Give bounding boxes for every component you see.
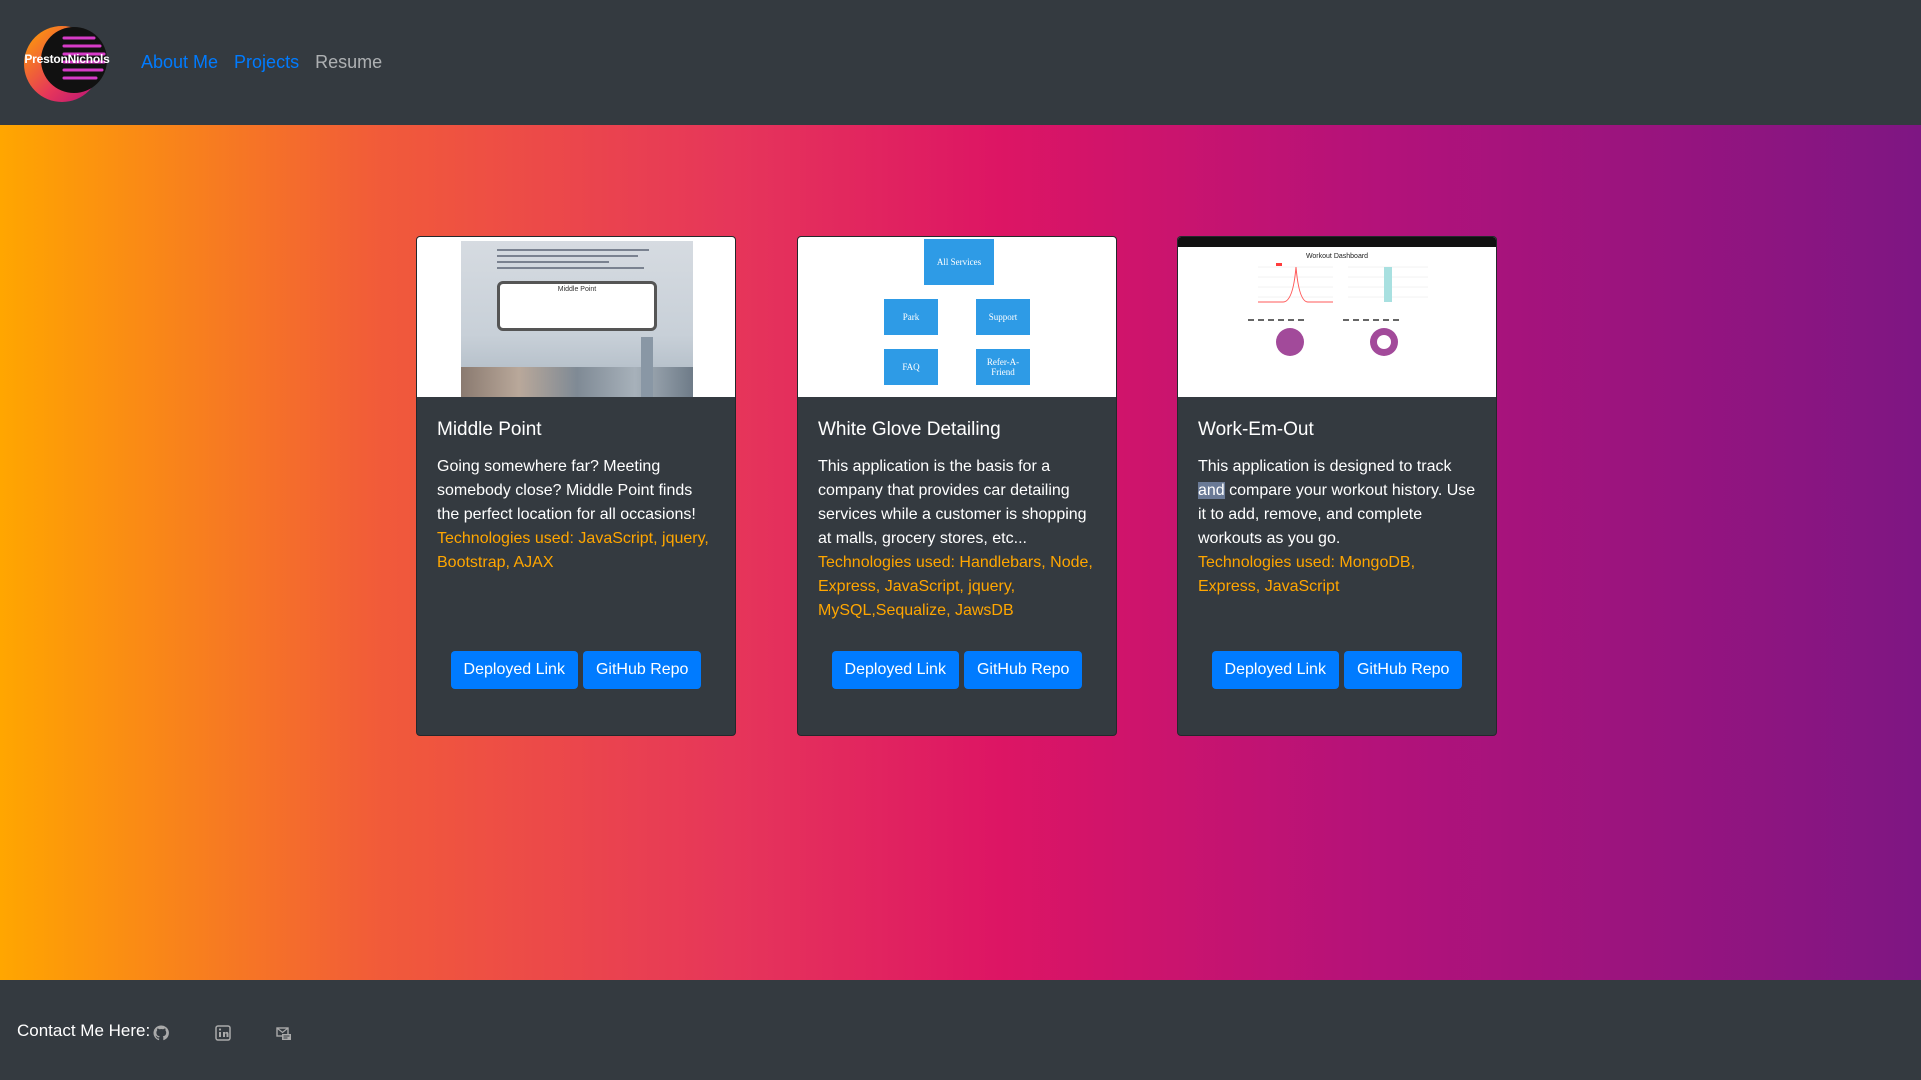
thumbnail-text-lines xyxy=(497,249,657,273)
card-buttons: Deployed Link GitHub Repo xyxy=(1178,651,1496,689)
card-buttons: Deployed Link GitHub Repo xyxy=(798,651,1116,689)
thumbnail-form-panel: Middle Point xyxy=(497,281,657,331)
github-icon[interactable] xyxy=(153,1025,169,1041)
thumbnail-tower xyxy=(641,337,653,397)
deployed-link-button[interactable]: Deployed Link xyxy=(1211,651,1339,689)
site-logo[interactable]: PrestonNichols xyxy=(22,22,112,102)
deployed-link-button[interactable]: Deployed Link xyxy=(450,651,578,689)
project-card-white-glove: All Services Park Support FAQ Refer-A-Fr… xyxy=(797,236,1117,736)
card-description: Going somewhere far? Meeting somebody cl… xyxy=(437,458,696,523)
card-description: This application is the basis for a comp… xyxy=(818,458,1087,547)
selected-text-highlight: and xyxy=(1198,482,1225,499)
project-card-middle-point: Middle Point Middle Point Going somewher… xyxy=(416,236,736,736)
nav-link-projects[interactable]: Projects xyxy=(234,52,299,73)
nav-links: About Me Projects Resume xyxy=(141,52,382,73)
card-description: This application is designed to track an… xyxy=(1198,455,1476,551)
thumbnail-skyline xyxy=(461,367,693,397)
card-title: White Glove Detailing xyxy=(818,419,1001,440)
thumbnail-box-faq: FAQ xyxy=(884,349,938,385)
project-thumbnail: All Services Park Support FAQ Refer-A-Fr… xyxy=(798,237,1116,397)
card-buttons: Deployed Link GitHub Repo xyxy=(417,651,735,689)
project-thumbnail: Middle Point xyxy=(417,237,735,397)
projects-section: Middle Point Middle Point Going somewher… xyxy=(0,125,1921,980)
deployed-link-button[interactable]: Deployed Link xyxy=(831,651,959,689)
thumbnail-box-all-services: All Services xyxy=(924,239,994,285)
github-repo-button[interactable]: GitHub Repo xyxy=(1343,651,1463,689)
email-icon[interactable] xyxy=(276,1025,292,1041)
thumbnail-screenshot: Middle Point xyxy=(461,241,693,397)
card-technologies: Technologies used: JavaScript, jquery, B… xyxy=(437,530,709,571)
project-card-work-em-out: Workout Dashboard Work-Em-Out This appli… xyxy=(1177,236,1497,736)
thumbnail-box-park: Park xyxy=(884,299,938,335)
github-repo-button[interactable]: GitHub Repo xyxy=(963,651,1083,689)
card-technologies: Technologies used: MongoDB, Express, Jav… xyxy=(1198,554,1416,595)
contact-label: Contact Me Here: xyxy=(17,1021,151,1040)
logo-text: PrestonNichols xyxy=(24,52,110,66)
card-technologies: Technologies used: Handlebars, Node, Exp… xyxy=(818,554,1093,619)
linkedin-icon[interactable] xyxy=(215,1025,231,1041)
thumbnail-dashboard-charts xyxy=(1248,263,1428,356)
project-thumbnail: Workout Dashboard xyxy=(1178,237,1496,397)
thumbnail-box-support: Support xyxy=(976,299,1030,335)
card-title: Middle Point xyxy=(437,419,542,440)
nav-link-about[interactable]: About Me xyxy=(141,52,218,73)
thumbnail-box-refer: Refer-A-Friend xyxy=(976,349,1030,385)
navbar: PrestonNichols About Me Projects Resume xyxy=(0,0,1921,125)
card-body: Work-Em-Out This application is designed… xyxy=(1178,397,1496,599)
description-part: This application is designed to track xyxy=(1198,458,1452,475)
card-body: White Glove Detailing This application i… xyxy=(798,397,1116,623)
nav-link-resume[interactable]: Resume xyxy=(315,52,382,73)
description-part: compare your workout history. Use it to … xyxy=(1198,482,1476,547)
github-repo-button[interactable]: GitHub Repo xyxy=(582,651,702,689)
card-title: Work-Em-Out xyxy=(1198,419,1314,440)
card-body: Middle Point Going somewhere far? Meetin… xyxy=(417,397,735,575)
thumbnail-title: Middle Point xyxy=(557,286,597,293)
